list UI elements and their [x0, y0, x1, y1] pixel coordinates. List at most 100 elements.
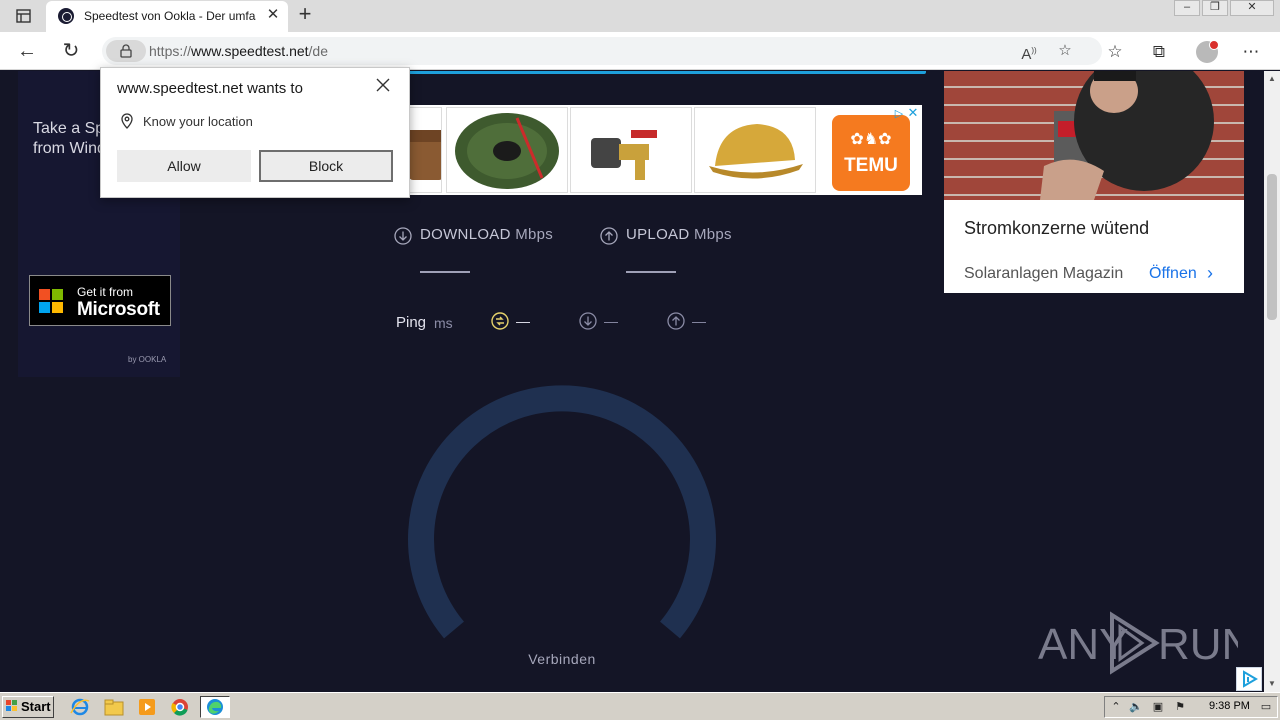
scroll-up-icon[interactable]: ▲ [1264, 71, 1280, 87]
download-label: DOWNLOAD Mbps [420, 226, 553, 246]
taskbar: Start ⌃ 🔈 ▣ ⚑ 9:38 PM ▭ [0, 692, 1280, 720]
download-value-placeholder [420, 271, 470, 273]
ping-download-value: — [604, 313, 618, 329]
add-favorite-icon[interactable]: ☆ [1054, 41, 1076, 61]
tab-title: Speedtest von Ookla - Der umfassende Ges… [84, 9, 256, 23]
store-badge-line1: Get it from [77, 285, 134, 299]
url-path: /de [308, 43, 329, 59]
url-host: www.speedtest.net [191, 43, 309, 59]
store-badge-line2: Microsoft [77, 299, 160, 320]
windows-flag-icon [6, 700, 18, 712]
ad-photo [944, 71, 1244, 200]
ad-tile-fishing-line[interactable] [446, 107, 568, 193]
show-desktop-icon[interactable]: ▭ [1259, 700, 1273, 714]
temu-mascot-icon: ✿♞✿ [850, 131, 892, 148]
location-permission-dialog: www.speedtest.net wants to Know your loc… [100, 67, 410, 198]
window-controls: – ❐ ✕ [1172, 0, 1274, 18]
upload-label: UPLOAD Mbps [626, 226, 732, 246]
ping-upload-value: — [692, 313, 706, 329]
connection-status: Verbinden [528, 651, 596, 667]
volume-icon[interactable]: 🔈 [1129, 700, 1143, 714]
lock-icon [120, 44, 132, 58]
ie-icon[interactable] [69, 697, 91, 717]
speedtest-icon [58, 8, 74, 24]
refresh-icon[interactable]: ↻ [60, 40, 82, 62]
system-tray: ⌃ 🔈 ▣ ⚑ 9:38 PM ▭ [1104, 696, 1278, 718]
download-label-text: DOWNLOAD [420, 226, 511, 243]
download-unit: Mbps [515, 226, 554, 243]
ad-close-icon[interactable]: ✕ [906, 106, 920, 120]
upload-unit: Mbps [693, 226, 732, 243]
upload-icon [600, 227, 618, 245]
upload-value-placeholder [626, 271, 676, 273]
header-accent-strip [400, 71, 926, 74]
url-text[interactable]: https://www.speedtest.net/de [149, 43, 328, 59]
browser-tab[interactable]: Speedtest von Ookla - Der umfassende Ges… [46, 1, 288, 32]
start-label: Start [21, 699, 51, 714]
page-scrollbar[interactable]: ▲ ▼ [1264, 71, 1280, 692]
temu-logo: TEMU ✿♞✿ [832, 115, 910, 191]
anyrun-watermark: ANY RUN [1038, 611, 1238, 675]
product-ad-banner[interactable]: TEMU ✿♞✿ ▷ ✕ [402, 105, 922, 195]
scroll-down-icon[interactable]: ▼ [1264, 676, 1280, 692]
temu-logo-text: TEMU [844, 155, 898, 176]
scrollbar-thumb[interactable] [1267, 174, 1277, 320]
url-scheme: https:// [149, 43, 192, 59]
new-tab-icon[interactable]: + [294, 3, 316, 26]
site-info-button[interactable] [106, 40, 146, 62]
address-bar[interactable]: https://www.speedtest.net/de A)) ☆ [102, 37, 1102, 65]
chrome-icon[interactable] [169, 697, 191, 717]
edge-icon [207, 699, 223, 715]
profile-icon[interactable] [1196, 40, 1219, 63]
show-hidden-icons-icon[interactable]: ⌃ [1109, 700, 1123, 714]
ping-label: Ping [396, 314, 427, 331]
ad-tile-cap[interactable] [694, 107, 816, 193]
ookla-brand: by OOKLA [128, 355, 167, 364]
explorer-icon[interactable] [103, 697, 125, 717]
action-center-flag-icon[interactable]: ⚑ [1173, 700, 1187, 714]
start-button[interactable]: Start [2, 696, 54, 718]
ad-open-button[interactable]: Öffnen [1149, 265, 1197, 283]
close-icon[interactable]: ✕ [1230, 0, 1274, 16]
ping-unit: ms [434, 315, 453, 331]
watermark-right-text: RUN [1158, 620, 1238, 669]
address-bar-row: ← ↻ https://www.speedtest.net/de A)) ☆ ☆… [0, 32, 1280, 70]
upload-label-text: UPLOAD [626, 226, 690, 243]
ad-source: Solaranlagen Magazin [964, 265, 1124, 282]
chevron-right-icon[interactable]: › [1207, 263, 1213, 284]
close-tab-icon[interactable]: ✕ [264, 6, 282, 24]
read-aloud-icon[interactable]: A)) [1018, 41, 1040, 63]
ad-tile-faucet[interactable] [570, 107, 692, 193]
collections-icon[interactable]: ⧉ [1148, 41, 1170, 63]
microsoft-store-badge[interactable]: Get it from Microsoft [29, 275, 171, 326]
permission-title: www.speedtest.net wants to [117, 80, 303, 97]
tab-actions-icon[interactable] [14, 7, 34, 25]
ping-idle-value: — [516, 313, 530, 329]
ping-idle-icon [491, 312, 509, 330]
ad-choices-corner-icon[interactable] [1236, 667, 1262, 691]
speed-gauge [408, 385, 716, 639]
allow-button[interactable]: Allow [117, 150, 251, 182]
back-icon[interactable]: ← [16, 40, 38, 62]
minimize-icon[interactable]: – [1174, 0, 1200, 16]
microsoft-logo-icon [39, 289, 63, 313]
block-button[interactable]: Block [259, 150, 393, 182]
ping-upload-icon [667, 312, 685, 330]
clock[interactable]: 9:38 PM [1209, 700, 1250, 712]
restore-icon[interactable]: ❐ [1202, 0, 1228, 16]
watermark-left-text: ANY [1038, 620, 1128, 669]
ping-download-icon [579, 312, 597, 330]
ad-choices-icon[interactable]: ▷ [892, 107, 906, 121]
tab-strip: Speedtest von Ookla - Der umfassende Ges… [0, 0, 1280, 32]
favorites-icon[interactable]: ☆ [1104, 41, 1126, 63]
edge-taskbar-button[interactable] [200, 696, 230, 718]
network-icon[interactable]: ▣ [1151, 700, 1165, 714]
news-ad[interactable]: Stromkonzerne wütend Solaranlagen Magazi… [944, 71, 1244, 293]
ad-headline[interactable]: Stromkonzerne wütend [964, 218, 1149, 239]
permission-description: Know your location [143, 114, 253, 129]
location-pin-icon [121, 113, 133, 129]
more-icon[interactable]: ⋯ [1240, 41, 1262, 63]
close-icon[interactable] [373, 75, 393, 95]
download-icon [394, 227, 412, 245]
media-player-icon[interactable] [136, 697, 158, 717]
